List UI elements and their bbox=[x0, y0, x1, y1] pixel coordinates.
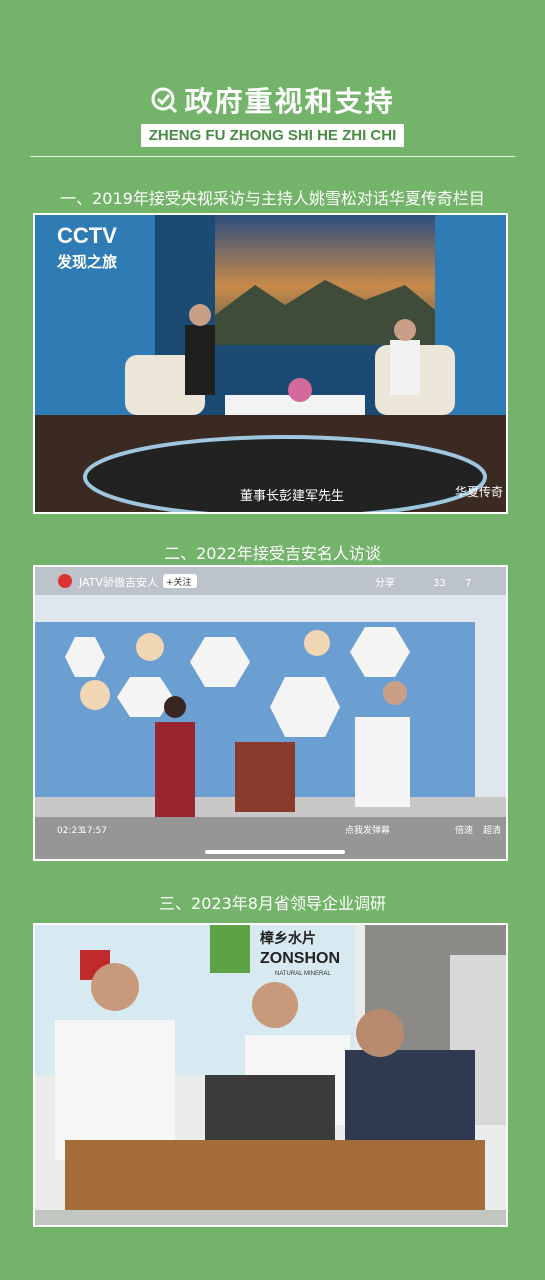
header: 政府重视和支持 ZHENG FU ZHONG SHI HE ZHI CHI bbox=[0, 80, 545, 147]
page: 政府重视和支持 ZHENG FU ZHONG SHI HE ZHI CHI 一、… bbox=[0, 0, 545, 1280]
divider bbox=[30, 156, 515, 157]
current-time: 02:23 bbox=[57, 826, 83, 836]
duration: 17:57 bbox=[81, 826, 107, 836]
cctv-interview-image: CCTV 发现之旅 董事长彭建军先生 华夏传奇 bbox=[35, 215, 506, 512]
section-1-photo: CCTV 发现之旅 董事长彭建军先生 华夏传奇 bbox=[33, 213, 508, 514]
share-button[interactable]: 分享 bbox=[375, 576, 395, 589]
like-count[interactable]: 33 bbox=[433, 578, 446, 589]
brand-en: ZONSHON bbox=[260, 950, 340, 967]
photo-caption: 董事长彭建军先生 bbox=[240, 489, 344, 504]
title-row: 政府重视和支持 bbox=[0, 80, 545, 120]
brand-cn: 樟乡水片 bbox=[260, 930, 316, 947]
page-title: 政府重视和支持 bbox=[184, 85, 395, 118]
search-check-icon bbox=[151, 87, 178, 114]
coin-count[interactable]: 7 bbox=[465, 578, 471, 589]
danmaku-input[interactable]: 点我发弹幕 bbox=[345, 824, 390, 836]
watermark: 华夏传奇 bbox=[455, 484, 503, 499]
visit-image: 樟乡水片 ZONSHON NATURAL MINERAL bbox=[35, 925, 506, 1225]
cctv-logo: CCTV bbox=[57, 223, 117, 248]
section-3-photo: 樟乡水片 ZONSHON NATURAL MINERAL bbox=[33, 923, 508, 1227]
speed-button[interactable]: 倍速 bbox=[455, 824, 473, 836]
channel-name: 发现之旅 bbox=[56, 253, 117, 271]
page-subtitle: ZHENG FU ZHONG SHI HE ZHI CHI bbox=[140, 124, 405, 147]
section-2-title: 二、2022年接受吉安名人访谈 bbox=[164, 544, 381, 563]
section-1-title: 一、2019年接受央视采访与主持人姚雪松对话华夏传奇栏目 bbox=[60, 189, 485, 208]
section-3-title: 三、2023年8月省领导企业调研 bbox=[159, 894, 386, 913]
section-2-photo: JATV骄傲吉安人 +关注 分享 33 7 02:23 17:57 点我发弹幕 … bbox=[33, 565, 508, 861]
quality-button[interactable]: 超清 bbox=[483, 824, 501, 836]
video-player-image: JATV骄傲吉安人 +关注 分享 33 7 02:23 17:57 点我发弹幕 … bbox=[35, 567, 506, 859]
follow-button[interactable]: +关注 bbox=[166, 576, 192, 588]
brand-sub: NATURAL MINERAL bbox=[275, 971, 331, 977]
account-name: JATV骄傲吉安人 bbox=[78, 575, 158, 589]
